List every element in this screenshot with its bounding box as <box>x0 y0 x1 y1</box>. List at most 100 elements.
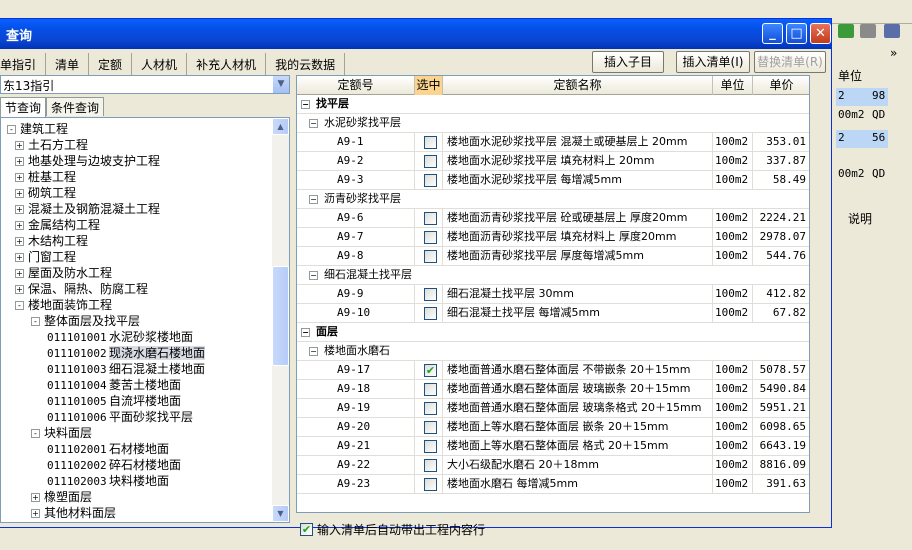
tree-node[interactable]: 011101002 现浇水磨石楼地面 <box>47 345 206 361</box>
row-select-checkbox[interactable] <box>424 307 437 320</box>
row-checkbox-cell[interactable] <box>415 399 443 418</box>
row-checkbox-cell[interactable] <box>415 304 443 323</box>
close-button[interactable]: ✕ <box>810 23 831 44</box>
grid-row[interactable]: A9-17 ✔ 楼地面普通水磨石整体面层 不带嵌条 20＋15mm 100m2 5078… <box>297 361 809 380</box>
scroll-thumb[interactable] <box>272 266 289 366</box>
collapse-icon[interactable]: − <box>309 194 318 204</box>
grid-group-row[interactable]: − 找平层 <box>297 95 809 114</box>
tree-node[interactable]: - 建筑工程 <box>7 121 68 137</box>
row-checkbox-cell[interactable] <box>415 133 443 152</box>
row-checkbox-cell[interactable] <box>415 209 443 228</box>
tab-material[interactable]: 人材机 <box>132 53 188 75</box>
expand-icon[interactable]: + <box>15 221 24 230</box>
tree-node[interactable]: 011102001 石材楼地面 <box>47 441 169 457</box>
row-checkbox-cell[interactable] <box>415 475 443 494</box>
grid-row[interactable]: A9-6 楼地面沥青砂浆找平层 砼或硬基层上 厚度20mm 100m2 2224.21 <box>297 209 809 228</box>
row-checkbox-cell[interactable] <box>415 437 443 456</box>
grid-subgroup-row[interactable]: − 楼地面水磨石 <box>297 342 809 361</box>
tree-node[interactable]: + 橡塑面层 <box>31 489 92 505</box>
collapse-icon[interactable]: − <box>309 346 318 356</box>
header-selected[interactable]: 选中 <box>415 76 443 95</box>
grid-row[interactable]: A9-9 细石混凝土找平层 30mm 100m2 412.82 <box>297 285 809 304</box>
grid-row[interactable]: A9-1 楼地面水泥砂浆找平层 混凝土或硬基层上 20mm 100m2 353.01 <box>297 133 809 152</box>
tab-quota[interactable]: 定额 <box>89 53 133 75</box>
row-checkbox-cell[interactable]: ✔ <box>415 361 443 380</box>
chevron-down-icon[interactable]: ▼ <box>273 76 289 93</box>
row-select-checkbox[interactable] <box>424 155 437 168</box>
grid-row[interactable]: A9-3 楼地面水泥砂浆找平层 每增减5mm 100m2 58.49 <box>297 171 809 190</box>
row-select-checkbox[interactable] <box>424 421 437 434</box>
header-price[interactable]: 单价 <box>753 76 809 95</box>
grid-row[interactable]: A9-18 楼地面普通水磨石整体面层 玻璃嵌条 20＋15mm 100m2 5490.… <box>297 380 809 399</box>
expand-icon[interactable]: + <box>15 269 24 278</box>
tree-node[interactable]: 011101001 水泥砂浆楼地面 <box>47 329 193 345</box>
expand-icon[interactable]: + <box>31 509 40 518</box>
tree-node[interactable]: + 门窗工程 <box>15 249 76 265</box>
tree-node[interactable]: + 桩基工程 <box>15 169 76 185</box>
row-select-checkbox[interactable] <box>424 212 437 225</box>
row-select-checkbox[interactable] <box>424 383 437 396</box>
expand-icon[interactable]: + <box>15 141 24 150</box>
tab-condition-query[interactable]: 条件查询 <box>46 97 105 116</box>
toolbar-overflow-icon[interactable]: » <box>890 46 897 60</box>
expand-icon[interactable]: + <box>15 173 24 182</box>
insert-child-button[interactable]: 插入子目 <box>592 51 664 73</box>
auto-content-checkbox[interactable]: ✔ <box>300 522 313 536</box>
tree-node[interactable]: + 其他材料面层 <box>31 505 116 521</box>
table-icon[interactable] <box>884 24 900 38</box>
grid-group-row[interactable]: − 面层 <box>297 323 809 342</box>
row-select-checkbox[interactable] <box>424 402 437 415</box>
expand-icon[interactable]: + <box>15 253 24 262</box>
tree-node[interactable]: 011102002 碎石材楼地面 <box>47 457 181 473</box>
header-unit[interactable]: 单位 <box>713 76 753 95</box>
grid-row[interactable]: A9-2 楼地面水泥砂浆找平层 填充材料上 20mm 100m2 337.87 <box>297 152 809 171</box>
row-select-checkbox[interactable] <box>424 288 437 301</box>
tab-guide[interactable]: 单指引 <box>0 53 47 75</box>
row-checkbox-cell[interactable] <box>415 380 443 399</box>
dialog-titlebar[interactable]: 查询 _ □ ✕ <box>0 19 831 49</box>
tree-node[interactable]: 011101005 自流坪楼地面 <box>47 393 181 409</box>
scroll-up-icon[interactable]: ▲ <box>272 118 289 135</box>
grid-row[interactable]: A9-21 楼地面上等水磨石整体面层 格式 20＋15mm 100m2 6643.19 <box>297 437 809 456</box>
tree-node[interactable]: 011102003 块料楼地面 <box>47 473 169 489</box>
tree-node[interactable]: + 金属结构工程 <box>15 217 100 233</box>
row-select-checkbox[interactable] <box>424 174 437 187</box>
row-select-checkbox[interactable]: ✔ <box>424 364 437 377</box>
grid-subgroup-row[interactable]: − 水泥砂浆找平层 <box>297 114 809 133</box>
header-name[interactable]: 定额名称 <box>443 76 713 95</box>
expand-icon[interactable]: + <box>15 285 24 294</box>
replace-list-button[interactable]: 替换清单(R) <box>754 51 826 73</box>
row-checkbox-cell[interactable] <box>415 152 443 171</box>
auto-content-option[interactable]: ✔ 输入清单后自动带出工程内容行 <box>300 521 485 537</box>
green-icon[interactable] <box>838 24 854 38</box>
tree-scrollbar[interactable]: ▲ ▼ <box>272 118 289 522</box>
tree-node[interactable]: + 土石方工程 <box>15 137 88 153</box>
tree-node[interactable]: - 块料面层 <box>31 425 92 441</box>
tab-list[interactable]: 清单 <box>46 53 90 75</box>
grid-row[interactable]: A9-19 楼地面普通水磨石整体面层 玻璃条格式 20＋15mm 100m2 5951… <box>297 399 809 418</box>
expand-icon[interactable]: + <box>15 237 24 246</box>
tree-node[interactable]: + 保温、隔热、防腐工程 <box>15 281 148 297</box>
collapse-icon[interactable]: - <box>15 301 24 310</box>
expand-icon[interactable]: + <box>31 493 40 502</box>
tree-node[interactable]: + 地基处理与边坡支护工程 <box>15 153 160 169</box>
tab-supplement-material[interactable]: 补充人材机 <box>187 53 267 75</box>
grid-row[interactable]: A9-7 楼地面沥青砂浆找平层 填充材料上 厚度20mm 100m2 2978.07 <box>297 228 809 247</box>
row-select-checkbox[interactable] <box>424 136 437 149</box>
expand-icon[interactable]: + <box>15 157 24 166</box>
grid-row[interactable]: A9-23 楼地面水磨石 每增减5mm 100m2 391.63 <box>297 475 809 494</box>
tab-cloud-data[interactable]: 我的云数据 <box>266 53 346 75</box>
grid-row[interactable]: A9-8 楼地面沥青砂浆找平层 厚度每增减5mm 100m2 544.76 <box>297 247 809 266</box>
tree-node[interactable]: - 楼地面装饰工程 <box>15 297 112 313</box>
row-select-checkbox[interactable] <box>424 478 437 491</box>
tree-node[interactable]: 011101006 平面砂浆找平层 <box>47 409 193 425</box>
tree-node[interactable]: + 木结构工程 <box>15 233 88 249</box>
collapse-icon[interactable]: − <box>301 99 310 109</box>
row-select-checkbox[interactable] <box>424 250 437 263</box>
guide-select[interactable]: 东13指引 ▼ <box>0 75 290 94</box>
expand-icon[interactable]: + <box>15 205 24 214</box>
tree-node[interactable]: 011101004 菱苦土楼地面 <box>47 377 181 393</box>
grid-subgroup-row[interactable]: − 细石混凝土找平层 <box>297 266 809 285</box>
tree-node[interactable]: + 屋面及防水工程 <box>15 265 112 281</box>
tab-chapter-query[interactable]: 节查询 <box>0 97 47 117</box>
